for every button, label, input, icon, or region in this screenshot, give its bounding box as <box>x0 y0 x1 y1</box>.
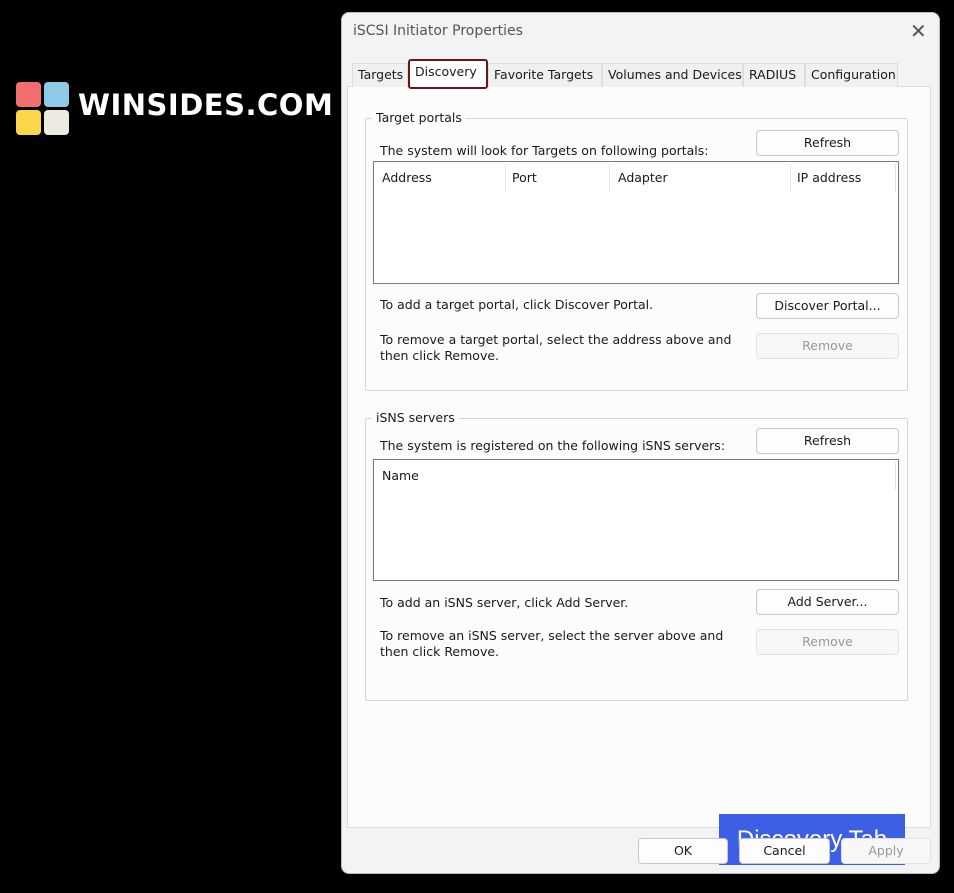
brand-name: WINSIDES.COM <box>78 88 334 122</box>
refresh-portals-button[interactable]: Refresh <box>756 130 899 156</box>
discover-portal-button[interactable]: Discover Portal... <box>756 293 899 319</box>
column-ip-address[interactable]: IP address <box>797 170 861 185</box>
close-icon[interactable]: ✕ <box>910 19 927 43</box>
apply-button[interactable]: Apply <box>841 838 931 864</box>
column-port[interactable]: Port <box>512 170 537 185</box>
add-server-button[interactable]: Add Server... <box>756 589 899 615</box>
isns-servers-list[interactable]: Name <box>373 459 899 581</box>
column-divider <box>505 164 506 192</box>
isns-servers-label: iSNS servers <box>372 410 459 425</box>
target-portals-label: Target portals <box>372 110 466 125</box>
cancel-button[interactable]: Cancel <box>739 838 830 864</box>
isns-description: The system is registered on the followin… <box>380 438 726 453</box>
remove-isns-text: To remove an iSNS server, select the ser… <box>380 628 724 659</box>
add-isns-text: To add an iSNS server, click Add Server. <box>380 595 629 610</box>
column-divider <box>609 164 610 192</box>
add-portal-text: To add a target portal, click Discover P… <box>380 297 654 312</box>
tab-radius[interactable]: RADIUS <box>743 63 805 87</box>
refresh-isns-button[interactable]: Refresh <box>756 428 899 454</box>
winsides-logo-icon <box>16 82 70 136</box>
iscsi-dialog: iSCSI Initiator Properties ✕ Target port… <box>341 12 940 874</box>
target-portals-list[interactable]: Address Port Adapter IP address <box>373 161 899 284</box>
ok-button[interactable]: OK <box>638 838 728 864</box>
column-divider <box>895 462 896 490</box>
column-adapter[interactable]: Adapter <box>618 170 668 185</box>
tab-volumes-and-devices[interactable]: Volumes and Devices <box>602 63 743 87</box>
remove-portal-button[interactable]: Remove <box>756 333 899 359</box>
tab-panel-discovery: Target portals The system will look for … <box>347 86 931 865</box>
column-divider <box>895 164 896 192</box>
column-address[interactable]: Address <box>382 170 432 185</box>
dialog-title: iSCSI Initiator Properties <box>353 23 523 39</box>
column-name[interactable]: Name <box>382 468 419 483</box>
remove-portal-text: To remove a target portal, select the ad… <box>380 332 732 363</box>
remove-server-button[interactable]: Remove <box>756 629 899 655</box>
tab-configuration[interactable]: Configuration <box>805 63 898 87</box>
tab-targets[interactable]: Targets <box>352 63 408 87</box>
target-portals-description: The system will look for Targets on foll… <box>380 143 709 158</box>
tab-discovery[interactable]: Discovery <box>408 59 488 89</box>
tab-favorite-targets[interactable]: Favorite Targets <box>488 63 602 87</box>
column-divider <box>790 164 791 192</box>
